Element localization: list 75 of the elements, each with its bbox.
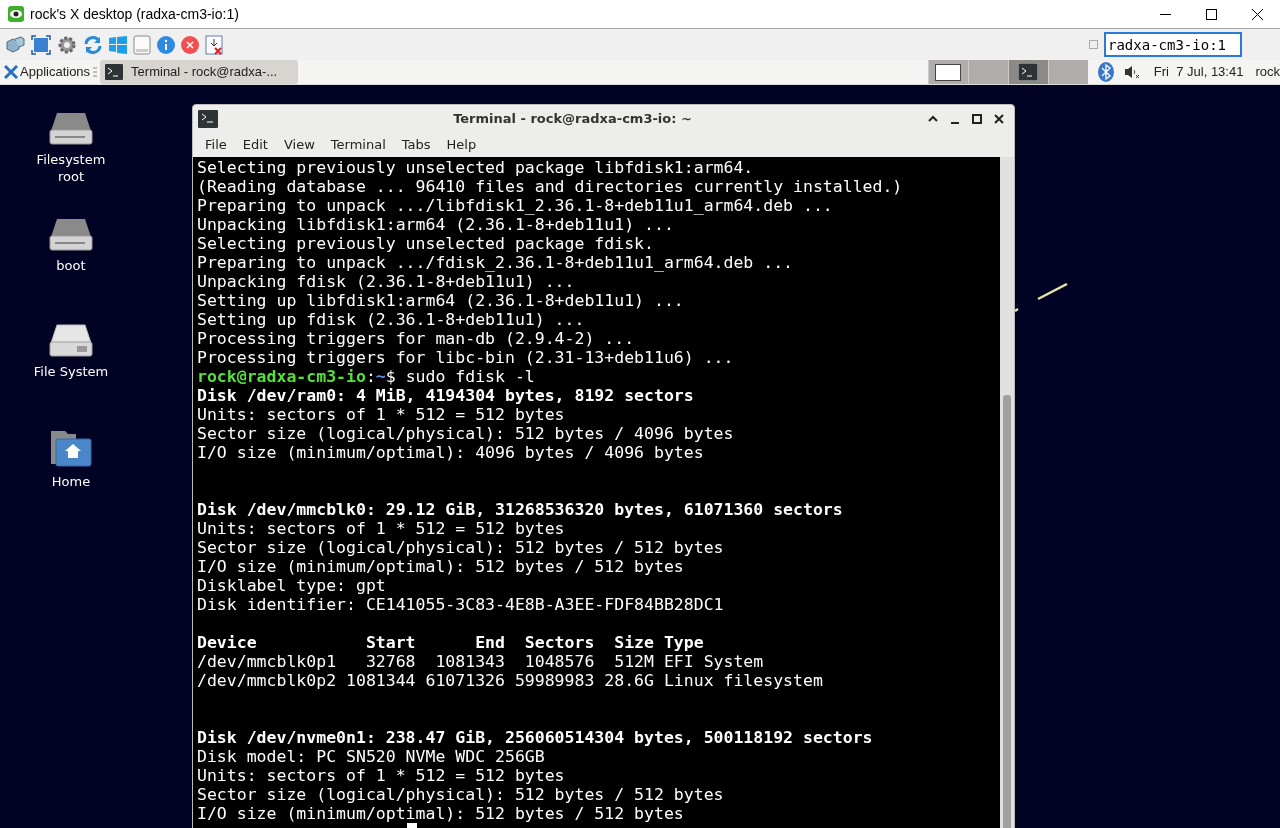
menu-item[interactable]: View [275, 135, 323, 155]
output-line: Preparing to unpack .../libfdisk1_2.36.1-8+deb11u1_arm64.deb ... [197, 196, 833, 215]
output-line: Disk /dev/nvme0n1: 238.47 GiB, 256060514304 bytes, 500118192 sectors [197, 728, 873, 747]
output-line: Selecting previously unselected package fdisk. [197, 234, 654, 253]
applications-menu[interactable]: Applications [0, 62, 91, 82]
taskbar-button[interactable]: Terminal - rock@radxa-... [100, 60, 299, 84]
grip-icon [93, 67, 98, 77]
scrollbar[interactable] [1000, 157, 1014, 828]
output-line: I/O size (minimum/optimal): 512 bytes / 512 bytes [197, 557, 684, 576]
output-line: I/O size (minimum/optimal): 4096 bytes / 4096 bytes [197, 443, 704, 462]
workspace-button[interactable] [1007, 60, 1048, 84]
output-line: Disklabel type: gpt [197, 576, 386, 595]
output-line: Units: sectors of 1 * 512 = 512 bytes [197, 405, 565, 424]
terminal-icon [105, 64, 124, 80]
maximize-icon[interactable] [971, 113, 983, 125]
info-icon[interactable] [157, 35, 175, 54]
hard-drive-icon [49, 111, 93, 145]
stray-line-drawing [1014, 283, 1068, 313]
panel-clock[interactable]: Fri 7 Jul, 13:41 [1153, 62, 1244, 82]
bluetooth-icon[interactable] [1097, 62, 1114, 82]
menu-item[interactable]: Tabs [393, 135, 439, 155]
workspace-button[interactable] [927, 60, 968, 84]
output-line: Device Start End Sectors Size Type [197, 633, 704, 652]
windows-logo-icon[interactable] [109, 35, 127, 54]
output-line: Processing triggers for libc-bin (2.31-13+deb11u6) ... [197, 348, 734, 367]
maximize-icon [1205, 8, 1217, 20]
output-line: Sector size (logical/physical): 512 bytes / 4096 bytes [197, 424, 734, 443]
terminal-icon [198, 110, 218, 128]
refresh-icon[interactable] [83, 34, 103, 55]
output-line: Setting up fdisk (2.36.1-8+deb11u1) ... [197, 310, 585, 329]
close-circle-icon[interactable] [181, 35, 199, 54]
checkbox[interactable] [1089, 40, 1098, 49]
hard-drive-icon [49, 323, 93, 357]
output-line: Unpacking fdisk (2.36.1-8+deb11u1) ... [197, 272, 575, 291]
scrollbar-thumb[interactable] [1003, 395, 1011, 828]
window-thumbnail [935, 63, 962, 81]
output-line: Disk model: PC SN520 NVMe WDC 256GB [197, 747, 545, 766]
output-line: Setting up libfdisk1:arm64 (2.36.1-8+deb11u1) ... [197, 291, 684, 310]
window-title: rock's X desktop (radxa-cm3-io:1) [30, 4, 239, 24]
minimize-icon [1159, 13, 1171, 15]
volume-muted-icon[interactable] [1123, 65, 1140, 79]
download-window-icon[interactable] [205, 34, 223, 55]
close-icon[interactable] [993, 113, 1005, 125]
host-input-field[interactable]: radxa-cm3-io:1 [1104, 32, 1242, 57]
output-line: Sector size (logical/physical): 512 bytes / 512 bytes [197, 538, 724, 557]
fullscreen-icon[interactable] [31, 34, 51, 55]
terminal-title: Terminal - rock@radxa-cm3-io: ~ [452, 110, 693, 129]
hard-drive-icon [49, 217, 93, 251]
home-folder-icon [50, 429, 92, 467]
x-logo-icon [4, 65, 18, 79]
output-line: I/O size (minimum/optimal): 512 bytes / 512 bytes [197, 804, 684, 823]
menu-item[interactable]: Terminal [322, 135, 394, 155]
output-line: /dev/mmcblk0p1 32768 1081343 1048576 512M EFI System [197, 652, 764, 671]
prompt-line: rock@radxa-cm3-io:~$ sudo fdisk -l [197, 367, 535, 386]
output-line: Disk /dev/mmcblk0: 29.12 GiB, 31268536320 bytes, 61071360 sectors [197, 500, 843, 519]
output-line: Unpacking libfdisk1:arm64 (2.36.1-8+deb11u1) ... [197, 215, 674, 234]
eye-icon [8, 6, 24, 22]
output-line: Disk identifier: CE141055-3C83-4E8B-A3EE-FDF84BB28DC1 [197, 595, 724, 614]
output-line: Processing triggers for man-db (2.9.4-2) ... [197, 329, 635, 348]
output-line: (Reading database ... 96410 files and directories currently installed.) [197, 177, 903, 196]
output-line: /dev/mmcblk0p2 1081344 61071326 59989983 28.6G Linux filesystem [197, 671, 823, 690]
output-line: Units: sectors of 1 * 512 = 512 bytes [197, 519, 565, 538]
menu-item[interactable]: Help [438, 135, 485, 155]
settings-icon[interactable] [57, 34, 77, 55]
terminal-icon [1018, 63, 1039, 81]
close-icon [1251, 8, 1263, 20]
output-line: Sector size (logical/physical): 512 bytes / 512 bytes [197, 785, 724, 804]
output-line: Selecting previously unselected package libfdisk1:arm64. [197, 158, 754, 177]
output-line: Disk /dev/ram0: 4 MiB, 4194304 bytes, 8192 sectors [197, 386, 694, 405]
output-line: Units: sectors of 1 * 512 = 512 bytes [197, 766, 565, 785]
menu-item[interactable]: Edit [234, 135, 276, 155]
output-line: Preparing to unpack .../fdisk_2.36.1-8+deb11u1_arm64.deb ... [197, 253, 794, 272]
menu-item[interactable]: File [197, 135, 235, 155]
cubes-icon[interactable] [5, 35, 25, 54]
panel-user[interactable]: rock [1255, 62, 1280, 82]
